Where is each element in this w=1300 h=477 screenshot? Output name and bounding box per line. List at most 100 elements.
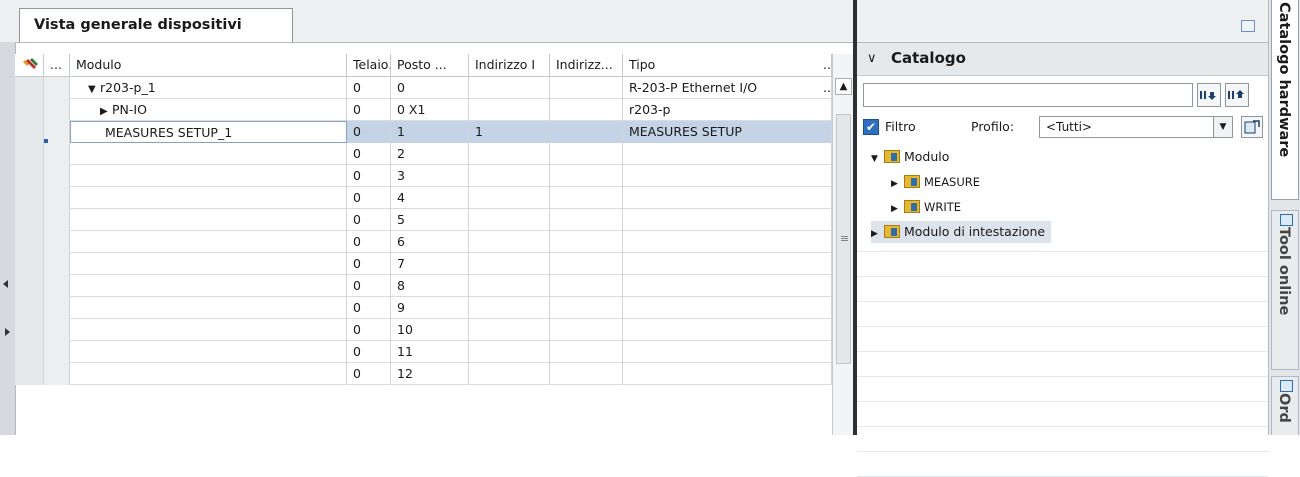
rack-cell[interactable]: 0 bbox=[347, 99, 391, 121]
slot-cell[interactable]: 5 bbox=[391, 209, 469, 231]
slot-cell[interactable]: 0 bbox=[391, 77, 469, 99]
row-icon-cell[interactable] bbox=[44, 143, 70, 165]
chevron-down-icon[interactable]: ▼ bbox=[88, 79, 100, 99]
row-icon-cell[interactable] bbox=[44, 209, 70, 231]
slot-cell[interactable]: 12 bbox=[391, 363, 469, 385]
expand-right-icon[interactable] bbox=[5, 328, 10, 336]
header-input-address[interactable]: Indirizzo I bbox=[469, 54, 550, 76]
row-icon-cell[interactable] bbox=[44, 253, 70, 275]
input-address-cell[interactable] bbox=[469, 341, 550, 363]
row-icon-cell[interactable] bbox=[44, 77, 70, 99]
slot-cell[interactable]: 2 bbox=[391, 143, 469, 165]
rack-cell[interactable]: 0 bbox=[347, 187, 391, 209]
header-module[interactable]: Modulo bbox=[70, 54, 347, 76]
type-cell[interactable]: MEASURES SETUP bbox=[623, 121, 832, 143]
slot-cell[interactable]: 7 bbox=[391, 253, 469, 275]
row-icon-cell[interactable] bbox=[44, 319, 70, 341]
rack-cell[interactable]: 0 bbox=[347, 77, 391, 99]
table-row[interactable]: 03 bbox=[15, 165, 832, 187]
header-rack[interactable]: Telaio... bbox=[347, 54, 391, 76]
row-status-cell[interactable] bbox=[15, 341, 44, 363]
row-icon-cell[interactable] bbox=[44, 187, 70, 209]
row-status-cell[interactable] bbox=[15, 297, 44, 319]
table-row[interactable]: 02 bbox=[15, 143, 832, 165]
rack-cell[interactable]: 0 bbox=[347, 143, 391, 165]
tree-node[interactable]: ▼ Modulo bbox=[871, 146, 949, 168]
row-status-cell[interactable] bbox=[15, 165, 44, 187]
filter-checkbox[interactable]: ✔ bbox=[863, 119, 879, 135]
input-address-cell[interactable] bbox=[469, 297, 550, 319]
header-output-address[interactable]: Indirizz... bbox=[550, 54, 623, 76]
module-cell[interactable] bbox=[70, 275, 347, 297]
input-address-cell[interactable] bbox=[469, 99, 550, 121]
profile-settings-button[interactable] bbox=[1241, 116, 1263, 138]
type-cell[interactable]: R-203-P Ethernet I/O.. bbox=[623, 77, 832, 99]
module-cell[interactable]: ▼ r203-p_1 bbox=[70, 77, 347, 99]
output-address-cell[interactable] bbox=[550, 319, 623, 341]
output-address-cell[interactable] bbox=[550, 275, 623, 297]
rack-cell[interactable]: 0 bbox=[347, 319, 391, 341]
row-icon-cell[interactable] bbox=[44, 231, 70, 253]
output-address-cell[interactable] bbox=[550, 253, 623, 275]
table-row[interactable]: MEASURES SETUP_1 0 1 1 MEASURES SETUP bbox=[15, 121, 832, 143]
input-address-cell[interactable] bbox=[469, 319, 550, 341]
rack-cell[interactable]: 0 bbox=[347, 297, 391, 319]
module-cell[interactable] bbox=[70, 165, 347, 187]
chevron-down-icon[interactable]: ▼ bbox=[871, 148, 882, 170]
header-type[interactable]: Tipo .. bbox=[623, 54, 832, 76]
table-row[interactable]: 09 bbox=[15, 297, 832, 319]
output-address-cell[interactable] bbox=[550, 341, 623, 363]
row-status-cell[interactable] bbox=[15, 363, 44, 385]
row-status-cell[interactable] bbox=[15, 77, 44, 99]
chevron-right-icon[interactable]: ▶ bbox=[891, 173, 902, 195]
row-icon-cell[interactable] bbox=[44, 275, 70, 297]
tab-hardware-catalog[interactable]: Catalogo hardware bbox=[1271, 0, 1299, 200]
chevron-right-icon[interactable]: ▶ bbox=[871, 223, 882, 245]
row-status-cell[interactable] bbox=[15, 209, 44, 231]
input-address-cell[interactable] bbox=[469, 231, 550, 253]
rack-cell[interactable]: 0 bbox=[347, 341, 391, 363]
scrollbar-thumb[interactable]: ≡ bbox=[836, 114, 851, 364]
output-address-cell[interactable] bbox=[550, 99, 623, 121]
rack-cell[interactable]: 0 bbox=[347, 253, 391, 275]
profile-select[interactable]: <Tutti> ▼ bbox=[1039, 116, 1233, 138]
header-dots[interactable]: ... bbox=[44, 54, 70, 76]
table-row[interactable]: 06 bbox=[15, 231, 832, 253]
rack-cell[interactable]: 0 bbox=[347, 209, 391, 231]
header-slot[interactable]: Posto ... bbox=[391, 54, 469, 76]
type-cell[interactable] bbox=[623, 253, 832, 275]
row-status-cell[interactable] bbox=[15, 121, 44, 143]
restore-window-icon[interactable] bbox=[1241, 20, 1255, 32]
tab-online-tools[interactable]: Tool online bbox=[1271, 210, 1299, 370]
module-cell[interactable] bbox=[70, 253, 347, 275]
module-cell[interactable] bbox=[70, 143, 347, 165]
table-scrollbar[interactable]: ▲ ≡ bbox=[832, 54, 854, 435]
table-row[interactable]: 05 bbox=[15, 209, 832, 231]
row-icon-cell[interactable] bbox=[44, 341, 70, 363]
type-cell[interactable] bbox=[623, 319, 832, 341]
row-status-cell[interactable] bbox=[15, 319, 44, 341]
catalog-header[interactable]: ∨ Catalogo bbox=[857, 43, 1268, 76]
input-address-cell[interactable] bbox=[469, 209, 550, 231]
type-cell[interactable] bbox=[623, 297, 832, 319]
type-cell[interactable] bbox=[623, 209, 832, 231]
rack-cell[interactable]: 0 bbox=[347, 231, 391, 253]
input-address-cell[interactable] bbox=[469, 253, 550, 275]
chevron-down-icon[interactable]: ∨ bbox=[867, 51, 877, 66]
row-status-cell[interactable] bbox=[15, 253, 44, 275]
module-cell[interactable] bbox=[70, 209, 347, 231]
type-cell[interactable]: r203-p bbox=[623, 99, 832, 121]
table-row[interactable]: ▶ PN-IO 0 0 X1 r203-p bbox=[15, 99, 832, 121]
output-address-cell[interactable] bbox=[550, 187, 623, 209]
row-status-cell[interactable] bbox=[15, 143, 44, 165]
rack-cell[interactable]: 0 bbox=[347, 275, 391, 297]
table-row[interactable]: 04 bbox=[15, 187, 832, 209]
type-cell[interactable] bbox=[623, 341, 832, 363]
module-cell[interactable]: MEASURES SETUP_1 bbox=[70, 121, 347, 143]
slot-cell[interactable]: 10 bbox=[391, 319, 469, 341]
output-address-cell[interactable] bbox=[550, 363, 623, 385]
catalog-search-input[interactable] bbox=[863, 83, 1193, 107]
search-up-icon[interactable] bbox=[1225, 83, 1249, 107]
tab-tasks[interactable]: Ord bbox=[1271, 376, 1299, 435]
input-address-cell[interactable] bbox=[469, 363, 550, 385]
